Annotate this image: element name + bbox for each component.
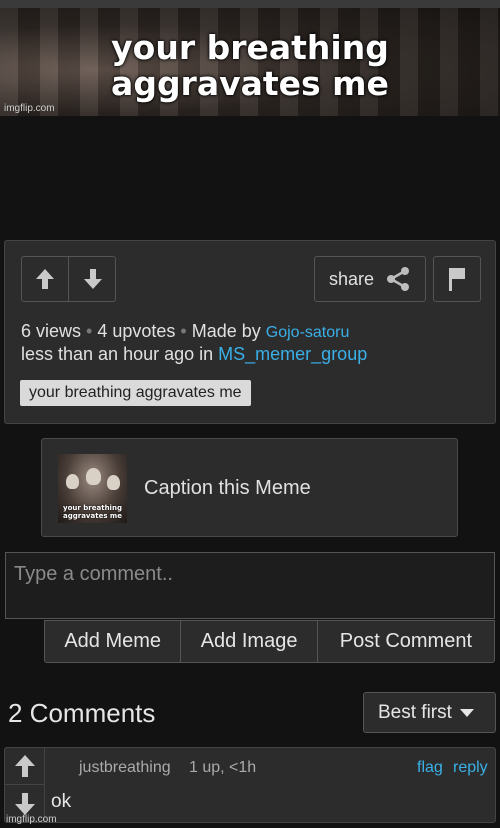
arrow-down-icon [83,269,102,289]
post-comment-button[interactable]: Post Comment [318,621,494,662]
time-prefix: less than an hour ago in [21,344,214,364]
arrow-up-icon [36,269,54,289]
author-link[interactable]: Gojo-satoru [266,324,350,341]
share-label: share [329,268,375,289]
post-stats: 6 views • 4 upvotes • Made by Gojo-satoru [21,321,349,342]
separator-dot: • [180,321,187,341]
comment-actions: Add Meme Add Image Post Comment [44,620,495,663]
comment-reply-link[interactable]: reply [453,759,488,777]
caption-this-meme-button[interactable]: your breathing aggravates me Caption thi… [41,438,458,537]
share-button[interactable]: share [314,256,426,302]
flag-button[interactable] [433,256,481,302]
comment-vote-group [5,748,45,822]
upvote-button[interactable] [22,257,69,301]
meme-image[interactable]: your breathing aggravates me imgflip.com [0,0,500,116]
meme-thumbnail: your breathing aggravates me [58,454,127,523]
meme-tag[interactable]: your breathing aggravates me [20,380,251,406]
comment-upvote-button[interactable] [5,748,44,785]
stream-link[interactable]: MS_memer_group [218,344,367,364]
arrow-up-icon [14,755,35,777]
skull-shape [66,474,79,489]
comment-score: 1 up, <1h [189,759,257,776]
skull-shape [107,475,120,490]
share-icon [387,267,410,291]
post-info-panel: share 6 views • 4 upvotes • Made by Gojo-sat… [4,240,496,424]
add-image-button[interactable]: Add Image [181,621,318,662]
flag-icon [449,268,465,291]
post-time: less than an hour ago in MS_memer_group [21,344,367,365]
view-count: 6 views [21,321,82,341]
meme-caption-line2: aggravates me [111,64,389,103]
comment-item: justbreathing 1 up, <1h flag reply ok [4,747,496,823]
meme-caption: your breathing aggravates me [0,30,500,102]
top-strip [0,0,500,8]
sort-label: Best first [378,701,452,723]
chevron-down-icon [459,708,474,717]
separator-dot: • [86,321,93,341]
comment-username[interactable]: justbreathing [79,759,171,777]
meme-caption-line1: your breathing [111,28,389,67]
comment-input[interactable] [5,552,495,619]
vote-group [21,256,116,302]
downvote-button[interactable] [69,257,116,301]
made-by-label: Made by [191,321,261,341]
comment-flag-link[interactable]: flag [417,759,443,777]
upvote-count: 4 upvotes [97,321,176,341]
skull-shape [86,468,101,485]
thumbnail-caption: your breathing aggravates me [63,504,122,520]
caption-this-label: Caption this Meme [144,477,311,499]
comments-title: 2 Comments [8,698,156,728]
comment-text: ok [51,791,72,812]
sort-dropdown[interactable]: Best first [363,692,496,733]
meme-watermark: imgflip.com [4,103,55,114]
footer-watermark: imgflip.com [6,814,57,825]
arrow-down-icon [14,792,35,815]
add-meme-button[interactable]: Add Meme [45,621,182,662]
